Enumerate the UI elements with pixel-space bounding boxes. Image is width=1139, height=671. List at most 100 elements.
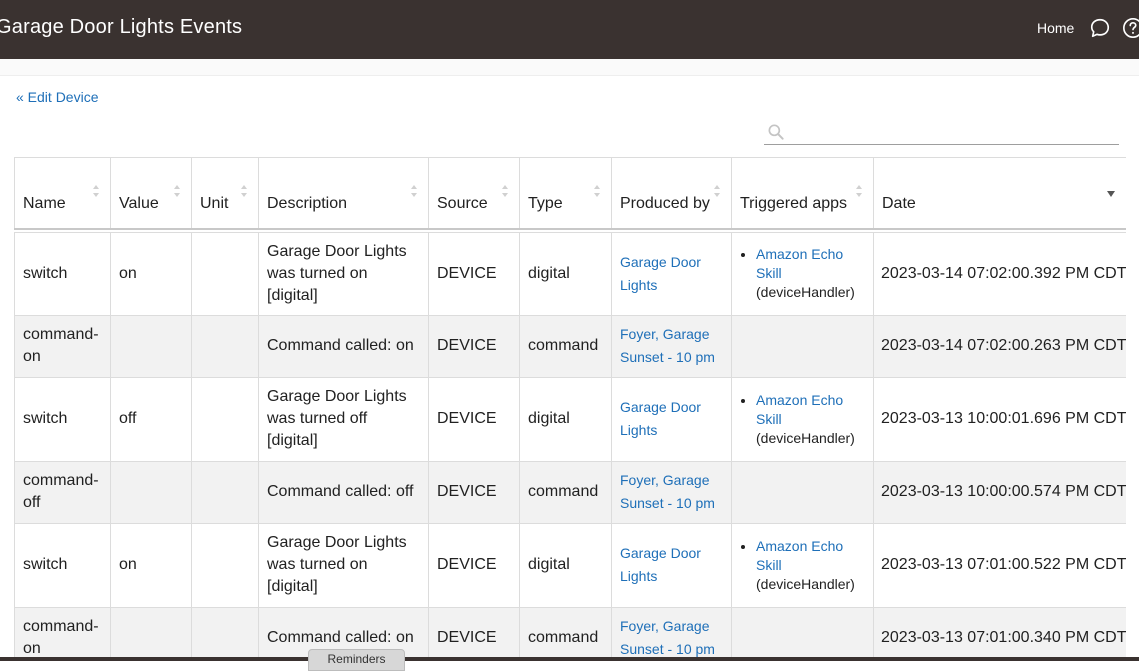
- triggered-app-link[interactable]: Amazon Echo Skill: [756, 538, 843, 573]
- sort-icon: [856, 185, 862, 197]
- cell-unit: [191, 460, 259, 524]
- sort-descending-icon: [1107, 191, 1115, 197]
- column-header-source[interactable]: Source: [428, 157, 520, 230]
- cell-date: 2023-03-13 07:01:00.340 PM CDT: [873, 606, 1126, 661]
- column-header-type[interactable]: Type: [519, 157, 612, 230]
- cell-date: 2023-03-13 07:01:00.522 PM CDT: [873, 522, 1126, 608]
- sort-icon: [502, 185, 508, 197]
- triggered-app-link[interactable]: Amazon Echo Skill: [756, 246, 843, 281]
- cell-description: Garage Door Lights was turned on [digita…: [258, 522, 429, 608]
- cell-value: [110, 460, 192, 524]
- column-header-triggered-apps[interactable]: Triggered apps: [731, 157, 874, 230]
- column-header-label: Date: [882, 194, 916, 212]
- table-row: command-on Command called: on DEVICE com…: [14, 314, 1126, 378]
- cell-unit: [191, 231, 259, 316]
- column-header-label: Name: [23, 194, 66, 212]
- bottom-bar: [0, 657, 1139, 661]
- cell-type: digital: [519, 231, 612, 316]
- triggered-apps-list: Amazon Echo Skill (deviceHandler): [740, 245, 865, 302]
- triggered-apps-list: Amazon Echo Skill (deviceHandler): [740, 391, 865, 448]
- column-header-label: Value: [119, 194, 159, 212]
- produced-by-link[interactable]: Garage Door Lights: [620, 399, 701, 438]
- cell-source: DEVICE: [428, 376, 520, 462]
- cell-date: 2023-03-13 10:00:01.696 PM CDT: [873, 376, 1126, 462]
- sort-icon: [411, 185, 417, 197]
- cell-source: DEVICE: [428, 606, 520, 661]
- cell-unit: [191, 522, 259, 608]
- cell-value: [110, 606, 192, 661]
- triggered-app-handler: (deviceHandler): [756, 429, 855, 446]
- cell-source: DEVICE: [428, 231, 520, 316]
- home-link[interactable]: Home: [1037, 20, 1074, 36]
- column-header-label: Produced by: [620, 194, 710, 212]
- column-header-unit[interactable]: Unit: [191, 157, 259, 230]
- triggered-app-link[interactable]: Amazon Echo Skill: [756, 392, 843, 427]
- cell-unit: [191, 314, 259, 378]
- cell-source: DEVICE: [428, 460, 520, 524]
- sort-icon: [93, 185, 99, 197]
- sort-icon: [714, 185, 720, 197]
- cell-date: 2023-03-14 07:02:00.392 PM CDT: [873, 231, 1126, 316]
- cell-description: Garage Door Lights was turned on [digita…: [258, 231, 429, 316]
- edit-device-link[interactable]: « Edit Device: [16, 89, 98, 105]
- cell-type: command: [519, 606, 612, 661]
- cell-produced-by: Foyer, Garage Sunset - 10 pm: [611, 314, 732, 378]
- table-row: switch off Garage Door Lights was turned…: [14, 376, 1126, 462]
- reminders-tab[interactable]: Reminders: [308, 649, 405, 671]
- cell-source: DEVICE: [428, 522, 520, 608]
- column-header-label: Type: [528, 194, 563, 212]
- table-row: switch on Garage Door Lights was turned …: [14, 522, 1126, 608]
- cell-type: command: [519, 460, 612, 524]
- column-header-date[interactable]: Date: [873, 157, 1126, 230]
- cell-produced-by: Garage Door Lights: [611, 522, 732, 608]
- column-header-value[interactable]: Value: [110, 157, 192, 230]
- cell-type: command: [519, 314, 612, 378]
- column-header-label: Source: [437, 194, 488, 212]
- produced-by-link[interactable]: Foyer, Garage Sunset - 10 pm: [620, 472, 715, 511]
- sort-icon: [241, 185, 247, 197]
- table-header-row: Name Value Unit Description Source Type …: [14, 157, 1126, 230]
- cell-date: 2023-03-13 10:00:00.574 PM CDT: [873, 460, 1126, 524]
- search-box[interactable]: [764, 118, 1119, 145]
- produced-by-link[interactable]: Foyer, Garage Sunset - 10 pm: [620, 326, 715, 365]
- cell-name: command-on: [14, 606, 111, 661]
- table-row: command-off Command called: off DEVICE c…: [14, 460, 1126, 524]
- sort-icon: [594, 185, 600, 197]
- cell-unit: [191, 606, 259, 661]
- cell-description: Command called: off: [258, 460, 429, 524]
- events-table-container: Name Value Unit Description Source Type …: [14, 157, 1126, 661]
- column-header-description[interactable]: Description: [258, 157, 429, 230]
- column-header-produced-by[interactable]: Produced by: [611, 157, 732, 230]
- triggered-app-handler: (deviceHandler): [756, 284, 855, 300]
- produced-by-link[interactable]: Foyer, Garage Sunset - 10 pm: [620, 618, 715, 657]
- cell-type: digital: [519, 522, 612, 608]
- cell-value: off: [110, 376, 192, 462]
- triggered-app-item: Amazon Echo Skill (deviceHandler): [756, 537, 865, 594]
- cell-description: Command called: on: [258, 314, 429, 378]
- cell-type: digital: [519, 376, 612, 462]
- cell-name: switch: [14, 376, 111, 462]
- help-icon[interactable]: [1122, 17, 1139, 39]
- sub-header-strip: [0, 59, 1139, 76]
- cell-triggered-apps: [731, 314, 874, 378]
- cell-source: DEVICE: [428, 314, 520, 378]
- produced-by-link[interactable]: Garage Door Lights: [620, 254, 701, 293]
- triggered-app-item: Amazon Echo Skill (deviceHandler): [756, 245, 865, 302]
- events-table: Name Value Unit Description Source Type …: [14, 157, 1126, 661]
- triggered-app-item: Amazon Echo Skill (deviceHandler): [756, 391, 865, 448]
- produced-by-link[interactable]: Garage Door Lights: [620, 545, 701, 584]
- search-input[interactable]: [792, 120, 1116, 142]
- cell-name: switch: [14, 522, 111, 608]
- cell-triggered-apps: Amazon Echo Skill (deviceHandler): [731, 231, 874, 316]
- search-icon: [768, 124, 784, 140]
- column-header-label: Unit: [200, 194, 229, 212]
- column-header-name[interactable]: Name: [14, 157, 111, 230]
- cell-triggered-apps: [731, 460, 874, 524]
- cell-value: on: [110, 231, 192, 316]
- cell-date: 2023-03-14 07:02:00.263 PM CDT: [873, 314, 1126, 378]
- chat-icon[interactable]: [1089, 17, 1111, 39]
- sort-icon: [174, 185, 180, 197]
- table-row: command-on Command called: on DEVICE com…: [14, 606, 1126, 661]
- triggered-apps-list: Amazon Echo Skill (deviceHandler): [740, 537, 865, 594]
- column-header-label: Description: [267, 194, 348, 212]
